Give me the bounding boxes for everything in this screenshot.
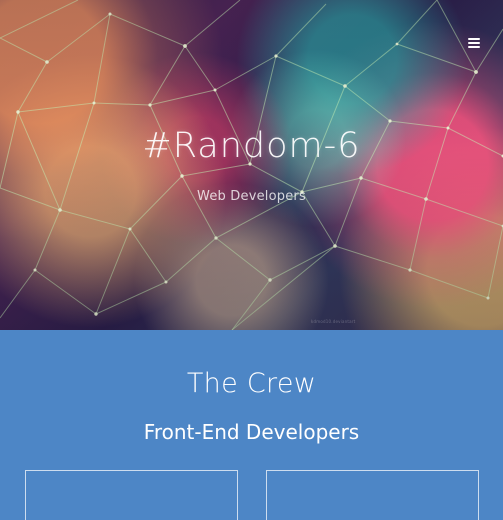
crew-section: The Crew Front-End Developers xyxy=(0,330,503,520)
developer-card-1[interactable] xyxy=(25,470,238,520)
menu-bar-bottom xyxy=(468,46,480,48)
menu-bar-middle xyxy=(468,42,480,44)
front-end-developers-heading: Front-End Developers xyxy=(143,420,360,444)
hero-section: #Random-6 Web Developers kdmod10.deviant… xyxy=(0,0,503,330)
crew-heading: The Crew xyxy=(186,368,317,399)
menu-bar-top xyxy=(468,38,480,40)
site-subtitle: Web Developers xyxy=(197,189,306,204)
landing-page: #Random-6 Web Developers kdmod10.deviant… xyxy=(0,0,503,520)
image-credit: kdmod10.deviantart xyxy=(311,319,356,324)
developer-card-2[interactable] xyxy=(266,470,479,520)
site-title: #Random-6 xyxy=(142,126,361,166)
hamburger-menu-icon[interactable] xyxy=(466,35,482,50)
